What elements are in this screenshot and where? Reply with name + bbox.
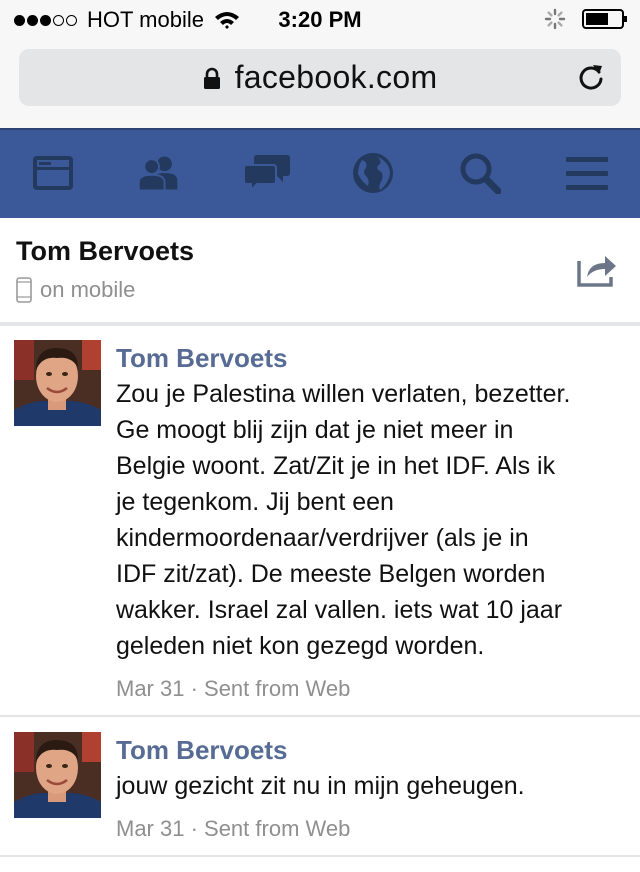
message-author[interactable]: Tom Bervoets	[116, 343, 287, 374]
status-bar: HOT mobile 3:20 PM	[0, 0, 640, 40]
message-meta: Mar 31 · Sent from Web	[116, 816, 351, 841]
presence-status: on mobile	[16, 277, 135, 303]
share-icon[interactable]	[577, 251, 617, 287]
address-bar[interactable]: facebook.com	[19, 49, 621, 106]
message-author[interactable]: Tom Bervoets	[116, 735, 287, 766]
menu-icon[interactable]	[565, 154, 609, 194]
mobile-phone-icon	[16, 277, 32, 303]
address-content: facebook.com	[19, 49, 621, 106]
nav-top-border	[0, 128, 640, 130]
message-line: jouw gezicht zit nu in mijn geheugen.	[116, 772, 525, 800]
avatar[interactable]	[14, 732, 101, 818]
avatar[interactable]	[14, 340, 101, 426]
message-line: Ge moogt blij zijn dat je niet meer in	[116, 416, 514, 444]
battery-icon	[582, 9, 627, 29]
message-line: wakker. Israel zal vallen. iets wat 10 j…	[116, 596, 563, 624]
avatar-image	[14, 732, 101, 818]
search-icon[interactable]	[459, 152, 501, 194]
message-line: kindermoordenaar/verdrijver (als je in	[116, 524, 529, 552]
address-url: facebook.com	[234, 59, 438, 95]
conversation-header: Tom Bervoets on mobile	[0, 218, 640, 322]
message-body: Zou je Palestina willen verlaten, bezett…	[116, 376, 628, 664]
messages-icon[interactable]	[243, 153, 291, 193]
message-line: Belgie woont. Zat/Zit je in het IDF. Als…	[116, 452, 556, 480]
message-body: jouw gezicht zit nu in mijn geheugen.	[116, 768, 628, 804]
browser-toolbar: facebook.com	[0, 40, 640, 128]
presence-label: on mobile	[40, 277, 136, 302]
conversation-title[interactable]: Tom Bervoets	[16, 236, 194, 267]
friends-icon[interactable]	[137, 153, 181, 193]
news-feed-icon[interactable]	[31, 153, 75, 193]
message-divider	[0, 855, 640, 857]
message-meta: Mar 31 · Sent from Web	[116, 676, 351, 701]
notifications-globe-icon[interactable]	[352, 152, 394, 194]
facebook-nav-bar	[0, 128, 640, 218]
message-item: Tom Bervoets jouw gezicht zit nu in mijn…	[0, 717, 640, 855]
message-line: geleden niet kon gezegd worden.	[116, 632, 485, 660]
activity-spinner-icon	[544, 8, 566, 30]
message-item: Tom Bervoets Zou je Palestina willen ver…	[0, 326, 640, 715]
message-line: IDF zit/zat). De meeste Belgen worden	[116, 560, 546, 588]
message-line: Zou je Palestina willen verlaten, bezett…	[116, 380, 571, 408]
avatar-image	[14, 340, 101, 426]
reload-icon[interactable]	[577, 63, 605, 91]
lock-icon	[203, 67, 220, 89]
message-line: je tegenkom. Jij bent een	[116, 488, 394, 516]
status-right	[544, 8, 628, 30]
